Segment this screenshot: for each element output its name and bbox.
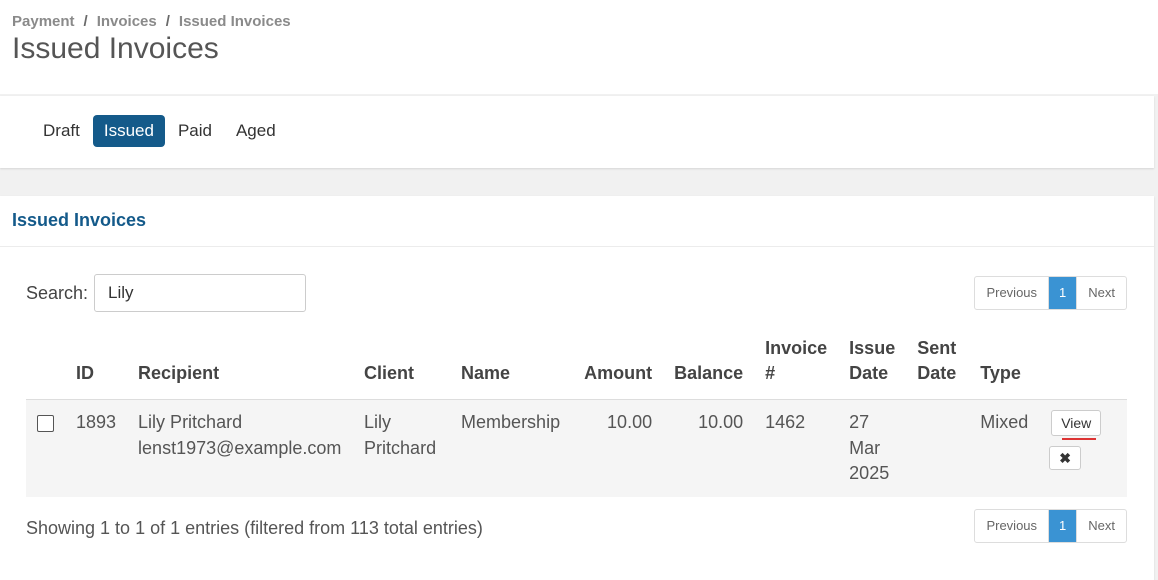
cell-issue-date: 27 Mar 2025 — [838, 399, 907, 497]
pagination-top: Previous 1 Next — [974, 276, 1127, 310]
next-page-button[interactable]: Next — [1076, 277, 1126, 309]
table-info: Showing 1 to 1 of 1 entries (filtered fr… — [26, 518, 483, 538]
recipient-name: Lily Pritchard — [138, 412, 243, 432]
recipient-email: lenst1973@example.com — [138, 437, 342, 458]
column-header-actions — [1040, 336, 1127, 400]
spellcheck-underline — [1062, 438, 1097, 440]
previous-page-button[interactable]: Previous — [975, 277, 1048, 309]
card-header: Issued Invoices — [0, 196, 1154, 247]
tab-paid[interactable]: Paid — [167, 115, 223, 147]
cell-actions: View ✖ — [1040, 399, 1127, 497]
invoice-status-tabs: Draft Issued Paid Aged — [0, 96, 1154, 168]
cell-sent-date — [906, 399, 970, 497]
breadcrumb: Payment / Invoices / Issued Invoices — [12, 13, 291, 30]
breadcrumb-current: Issued Invoices — [178, 13, 291, 30]
column-header-amount[interactable]: Amount — [571, 336, 664, 400]
cell-invoice-number: 1462 — [754, 399, 839, 497]
column-header-balance[interactable]: Balance — [663, 336, 755, 400]
tab-issued[interactable]: Issued — [92, 115, 165, 147]
view-invoice-button[interactable]: View — [1051, 410, 1102, 440]
delete-invoice-button[interactable]: ✖ — [1049, 446, 1081, 470]
cell-balance: 10.00 — [663, 399, 755, 497]
cell-recipient: Lily Pritchard lenst1973@example.com — [127, 399, 354, 497]
cell-type: Mixed — [969, 399, 1041, 497]
breadcrumb-separator: / — [83, 13, 88, 30]
card-title: Issued Invoices — [12, 210, 147, 230]
view-button-label: View — [1061, 415, 1092, 431]
breadcrumb-invoices[interactable]: Invoices — [97, 13, 157, 30]
tab-aged[interactable]: Aged — [225, 115, 287, 147]
close-icon: ✖ — [1059, 450, 1071, 466]
cell-client: Lily Pritchard — [353, 399, 451, 497]
column-header-invoice-number[interactable]: Invoice # — [754, 336, 839, 400]
column-header-recipient[interactable]: Recipient — [127, 336, 354, 400]
page-1-button[interactable]: 1 — [1048, 510, 1077, 542]
search-label: Search: — [26, 283, 89, 303]
issued-invoices-card: Issued Invoices Search: Previous 1 Next … — [0, 196, 1154, 580]
tab-draft[interactable]: Draft — [32, 115, 91, 147]
column-header-sent-date[interactable]: Sent Date — [906, 336, 970, 400]
column-header-select — [26, 336, 65, 400]
page-title: Issued Invoices — [12, 32, 219, 65]
table-row: 1893 Lily Pritchard lenst1973@example.co… — [26, 399, 1127, 497]
cell-amount: 10.00 — [571, 399, 664, 497]
cell-id: 1893 — [65, 399, 128, 497]
column-header-id[interactable]: ID — [65, 336, 128, 400]
breadcrumb-separator: / — [165, 13, 170, 30]
page-1-button[interactable]: 1 — [1048, 277, 1077, 309]
column-header-issue-date[interactable]: Issue Date — [838, 336, 907, 400]
page-header: Payment / Invoices / Issued Invoices Issued … — [0, 0, 1158, 94]
cell-name: Membership — [450, 399, 572, 497]
table-header-row: ID Recipient Client Name Amount Balance … — [26, 336, 1127, 400]
next-page-button[interactable]: Next — [1076, 510, 1126, 542]
row-checkbox[interactable] — [37, 415, 54, 432]
column-header-client[interactable]: Client — [353, 336, 451, 400]
column-header-type[interactable]: Type — [969, 336, 1041, 400]
column-header-name[interactable]: Name — [450, 336, 572, 400]
row-select-cell — [26, 399, 65, 497]
breadcrumb-payment[interactable]: Payment — [12, 13, 75, 30]
search-input[interactable] — [94, 274, 306, 312]
previous-page-button[interactable]: Previous — [975, 510, 1048, 542]
invoices-table: ID Recipient Client Name Amount Balance … — [26, 336, 1127, 497]
pagination-bottom: Previous 1 Next — [974, 509, 1127, 543]
